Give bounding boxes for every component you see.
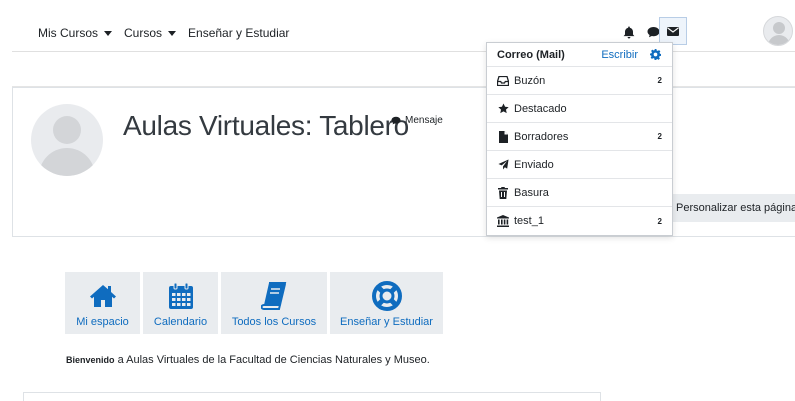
tile-label: Enseñar y Estudiar: [340, 316, 433, 328]
compose-link[interactable]: Escribir: [601, 49, 638, 61]
tile-label: Mi espacio: [76, 316, 129, 328]
lifebuoy-icon: [371, 281, 402, 311]
tile-ensenar-estudiar[interactable]: Enseñar y Estudiar: [330, 272, 443, 334]
book-icon: [259, 281, 289, 311]
caret-down-icon: [168, 30, 177, 36]
unread-count: 2: [657, 216, 662, 226]
home-icon: [88, 281, 118, 311]
mail-folder-trash[interactable]: Basura: [487, 179, 672, 207]
nav-ensenar-label: Enseñar y Estudiar: [188, 26, 290, 40]
star-icon: [497, 103, 509, 115]
welcome-message: a Aulas Virtuales de la Facultad de Cien…: [114, 354, 430, 366]
mail-folder-starred[interactable]: Destacado: [487, 95, 672, 123]
mail-folder-label: test_1: [514, 215, 544, 227]
top-navbar: Mis Cursos Cursos Enseñar y Estudiar: [12, 12, 795, 52]
nav-cursos[interactable]: Cursos: [124, 26, 177, 40]
envelope-icon[interactable]: [659, 17, 687, 45]
mail-folder-label: Basura: [514, 186, 549, 199]
bell-icon[interactable]: [620, 22, 638, 42]
mail-folder-label: Destacado: [514, 102, 567, 115]
institution-icon: [497, 215, 509, 227]
mail-folder-label: Borradores: [514, 130, 569, 143]
mail-popover-title: Correo (Mail): [497, 48, 565, 61]
calendar-icon: [166, 281, 196, 311]
unread-count: 2: [657, 76, 662, 85]
mail-folder-course[interactable]: test_1 2: [487, 207, 672, 235]
inbox-icon: [497, 75, 509, 87]
tile-label: Todos los Cursos: [231, 316, 317, 328]
mail-folder-drafts[interactable]: Borradores 2: [487, 123, 672, 151]
caret-down-icon: [104, 30, 113, 36]
mail-popover: Correo (Mail) Escribir Buzón 2 Destacado…: [486, 42, 673, 236]
message-link[interactable]: Mensaje: [391, 115, 443, 126]
nav-mis-cursos-label: Mis Cursos: [38, 26, 99, 40]
nav-mis-cursos[interactable]: Mis Cursos: [38, 26, 113, 40]
mail-popover-header: Correo (Mail) Escribir: [487, 43, 672, 67]
quick-links: Mi espacio Calendario Todos los Cursos E…: [65, 272, 443, 334]
nav-cursos-label: Cursos: [124, 26, 163, 40]
nav-icons: [620, 22, 662, 42]
tile-calendario[interactable]: Calendario: [143, 272, 218, 334]
welcome-text: Bienvenido a Aulas Virtuales de la Facul…: [66, 354, 430, 366]
nav-ensenar-estudiar[interactable]: Enseñar y Estudiar: [188, 26, 289, 40]
mail-folder-label: Buzón: [514, 74, 546, 87]
content-card: [23, 392, 601, 401]
tile-mi-espacio[interactable]: Mi espacio: [65, 272, 140, 334]
mail-folder-sent[interactable]: Enviado: [487, 151, 672, 179]
profile-avatar: [31, 104, 103, 176]
welcome-bold: Bienvenido: [66, 355, 115, 365]
paper-plane-icon: [497, 159, 509, 171]
tile-label: Calendario: [153, 316, 208, 328]
user-avatar[interactable]: [763, 16, 793, 46]
secondary-band: [12, 52, 795, 87]
unread-count: 2: [657, 132, 662, 141]
gear-icon[interactable]: [650, 49, 662, 61]
mail-folder-inbox[interactable]: Buzón 2: [487, 67, 672, 95]
page-title: Aulas Virtuales: Tablero: [123, 110, 409, 141]
tile-todos-cursos[interactable]: Todos los Cursos: [221, 272, 327, 334]
primary-nav: Mis Cursos Cursos Enseñar y Estudiar: [38, 26, 289, 40]
chat-icon: [391, 116, 401, 125]
trash-icon: [497, 186, 509, 199]
mail-folder-label: Enviado: [514, 158, 554, 171]
message-link-label: Mensaje: [405, 115, 443, 126]
file-icon: [497, 130, 509, 143]
customize-page-button[interactable]: Personalizar esta página: [672, 194, 795, 222]
